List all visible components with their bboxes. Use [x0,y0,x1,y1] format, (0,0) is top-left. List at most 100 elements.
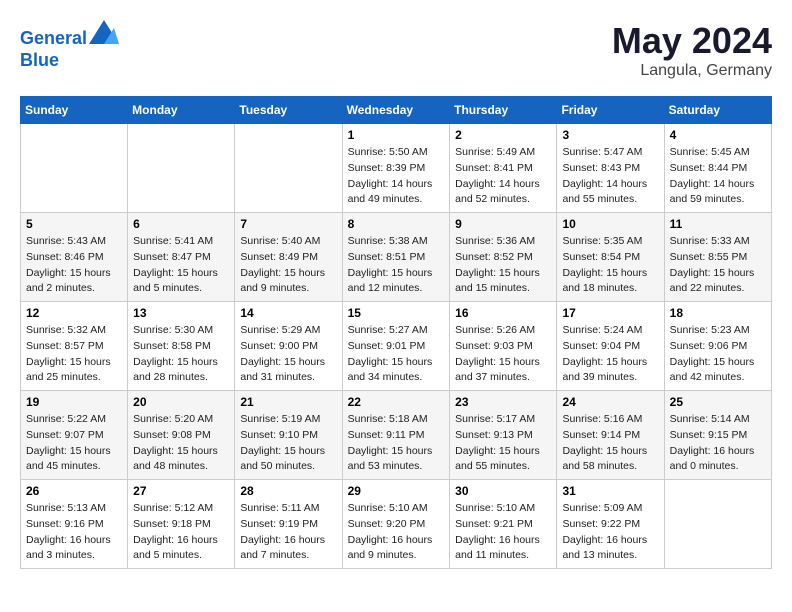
calendar-cell: 25 Sunrise: 5:14 AMSunset: 9:15 PMDayligh… [664,391,771,480]
day-number: 17 [562,306,658,320]
day-info: Sunrise: 5:14 AMSunset: 9:15 PMDaylight:… [670,412,766,475]
day-info: Sunrise: 5:17 AMSunset: 9:13 PMDaylight:… [455,412,551,475]
day-info: Sunrise: 5:27 AMSunset: 9:01 PMDaylight:… [348,323,445,386]
day-info: Sunrise: 5:43 AMSunset: 8:46 PMDaylight:… [26,234,122,297]
day-info: Sunrise: 5:45 AMSunset: 8:44 PMDaylight:… [670,145,766,208]
calendar-cell: 5 Sunrise: 5:43 AMSunset: 8:46 PMDaylight… [21,213,128,302]
day-info: Sunrise: 5:23 AMSunset: 9:06 PMDaylight:… [670,323,766,386]
day-number: 2 [455,128,551,142]
day-number: 30 [455,484,551,498]
day-number: 20 [133,395,229,409]
day-info: Sunrise: 5:11 AMSunset: 9:19 PMDaylight:… [240,501,336,564]
calendar-cell: 6Sunrise: 5:41 AMSunset: 8:47 PMDaylight… [128,213,235,302]
calendar-cell: 10Sunrise: 5:35 AMSunset: 8:54 PMDayligh… [557,213,664,302]
day-info: Sunrise: 5:50 AMSunset: 8:39 PMDaylight:… [348,145,445,208]
calendar-cell: 9 Sunrise: 5:36 AMSunset: 8:52 PMDaylight… [450,213,557,302]
calendar-cell: 31Sunrise: 5:09 AMSunset: 9:22 PMDayligh… [557,480,664,569]
day-info: Sunrise: 5:10 AMSunset: 9:20 PMDaylight:… [348,501,445,564]
day-info: Sunrise: 5:24 AMSunset: 9:04 PMDaylight:… [562,323,658,386]
day-number: 14 [240,306,336,320]
day-number: 15 [348,306,445,320]
day-number: 19 [26,395,122,409]
day-number: 5 [26,217,122,231]
calendar-week-row: 5 Sunrise: 5:43 AMSunset: 8:46 PMDaylight… [21,213,772,302]
weekday-header: Sunday [21,97,128,124]
day-number: 6 [133,217,229,231]
day-number: 22 [348,395,445,409]
day-info: Sunrise: 5:49 AMSunset: 8:41 PMDaylight:… [455,145,551,208]
calendar-cell: 15 Sunrise: 5:27 AMSunset: 9:01 PMDayligh… [342,302,450,391]
day-number: 28 [240,484,336,498]
calendar-cell [664,480,771,569]
logo-blue: Blue [20,50,59,70]
calendar-cell: 12 Sunrise: 5:32 AMSunset: 8:57 PMDayligh… [21,302,128,391]
calendar-cell: 23 Sunrise: 5:17 AMSunset: 9:13 PMDayligh… [450,391,557,480]
calendar-cell: 8Sunrise: 5:38 AMSunset: 8:51 PMDaylight… [342,213,450,302]
day-info: Sunrise: 5:32 AMSunset: 8:57 PMDaylight:… [26,323,122,386]
calendar-cell [235,124,342,213]
calendar-cell: 4Sunrise: 5:45 AMSunset: 8:44 PMDaylight… [664,124,771,213]
logo-text: General Blue [20,20,119,71]
day-info: Sunrise: 5:26 AMSunset: 9:03 PMDaylight:… [455,323,551,386]
day-number: 21 [240,395,336,409]
day-number: 29 [348,484,445,498]
calendar-cell: 24 Sunrise: 5:16 AMSunset: 9:14 PMDayligh… [557,391,664,480]
day-number: 12 [26,306,122,320]
title-block: May 2024 Langula, Germany [612,20,772,80]
weekday-header-row: SundayMondayTuesdayWednesdayThursdayFrid… [21,97,772,124]
calendar-cell: 2 Sunrise: 5:49 AMSunset: 8:41 PMDaylight… [450,124,557,213]
calendar-week-row: 12 Sunrise: 5:32 AMSunset: 8:57 PMDayligh… [21,302,772,391]
day-info: Sunrise: 5:19 AMSunset: 9:10 PMDaylight:… [240,412,336,475]
day-number: 8 [348,217,445,231]
calendar-week-row: 19 Sunrise: 5:22 AMSunset: 9:07 PMDayligh… [21,391,772,480]
day-info: Sunrise: 5:09 AMSunset: 9:22 PMDaylight:… [562,501,658,564]
calendar-week-row: 26 Sunrise: 5:13 AMSunset: 9:16 PMDayligh… [21,480,772,569]
calendar-cell: 26 Sunrise: 5:13 AMSunset: 9:16 PMDayligh… [21,480,128,569]
day-number: 24 [562,395,658,409]
calendar-table: SundayMondayTuesdayWednesdayThursdayFrid… [20,96,772,569]
calendar-cell: 19 Sunrise: 5:22 AMSunset: 9:07 PMDayligh… [21,391,128,480]
day-info: Sunrise: 5:22 AMSunset: 9:07 PMDaylight:… [26,412,122,475]
day-info: Sunrise: 5:20 AMSunset: 9:08 PMDaylight:… [133,412,229,475]
calendar-cell: 16 Sunrise: 5:26 AMSunset: 9:03 PMDayligh… [450,302,557,391]
calendar-cell: 3 Sunrise: 5:47 AMSunset: 8:43 PMDaylight… [557,124,664,213]
day-info: Sunrise: 5:36 AMSunset: 8:52 PMDaylight:… [455,234,551,297]
day-number: 13 [133,306,229,320]
weekday-header: Saturday [664,97,771,124]
day-number: 9 [455,217,551,231]
calendar-cell: 17 Sunrise: 5:24 AMSunset: 9:04 PMDayligh… [557,302,664,391]
weekday-header: Thursday [450,97,557,124]
weekday-header: Tuesday [235,97,342,124]
calendar-cell: 13 Sunrise: 5:30 AMSunset: 8:58 PMDayligh… [128,302,235,391]
logo: General Blue [20,20,119,71]
calendar-cell: 28 Sunrise: 5:11 AMSunset: 9:19 PMDayligh… [235,480,342,569]
calendar-cell: 21 Sunrise: 5:19 AMSunset: 9:10 PMDayligh… [235,391,342,480]
day-info: Sunrise: 5:10 AMSunset: 9:21 PMDaylight:… [455,501,551,564]
weekday-header: Wednesday [342,97,450,124]
day-info: Sunrise: 5:33 AMSunset: 8:55 PMDaylight:… [670,234,766,297]
day-number: 18 [670,306,766,320]
page-header: General Blue May 2024 Langula, Germany [20,20,772,80]
day-number: 25 [670,395,766,409]
calendar-cell: 18 Sunrise: 5:23 AMSunset: 9:06 PMDayligh… [664,302,771,391]
month-title: May 2024 [612,20,772,62]
day-info: Sunrise: 5:16 AMSunset: 9:14 PMDaylight:… [562,412,658,475]
calendar-cell [21,124,128,213]
day-info: Sunrise: 5:30 AMSunset: 8:58 PMDaylight:… [133,323,229,386]
day-number: 26 [26,484,122,498]
day-info: Sunrise: 5:47 AMSunset: 8:43 PMDaylight:… [562,145,658,208]
day-number: 3 [562,128,658,142]
day-number: 27 [133,484,229,498]
calendar-cell: 7Sunrise: 5:40 AMSunset: 8:49 PMDaylight… [235,213,342,302]
calendar-cell: 30 Sunrise: 5:10 AMSunset: 9:21 PMDayligh… [450,480,557,569]
day-number: 16 [455,306,551,320]
day-number: 23 [455,395,551,409]
day-info: Sunrise: 5:40 AMSunset: 8:49 PMDaylight:… [240,234,336,297]
calendar-cell: 11 Sunrise: 5:33 AMSunset: 8:55 PMDayligh… [664,213,771,302]
calendar-cell: 27Sunrise: 5:12 AMSunset: 9:18 PMDayligh… [128,480,235,569]
calendar-cell: 20 Sunrise: 5:20 AMSunset: 9:08 PMDayligh… [128,391,235,480]
day-info: Sunrise: 5:13 AMSunset: 9:16 PMDaylight:… [26,501,122,564]
calendar-week-row: 1Sunrise: 5:50 AMSunset: 8:39 PMDaylight… [21,124,772,213]
day-number: 11 [670,217,766,231]
day-info: Sunrise: 5:29 AMSunset: 9:00 PMDaylight:… [240,323,336,386]
